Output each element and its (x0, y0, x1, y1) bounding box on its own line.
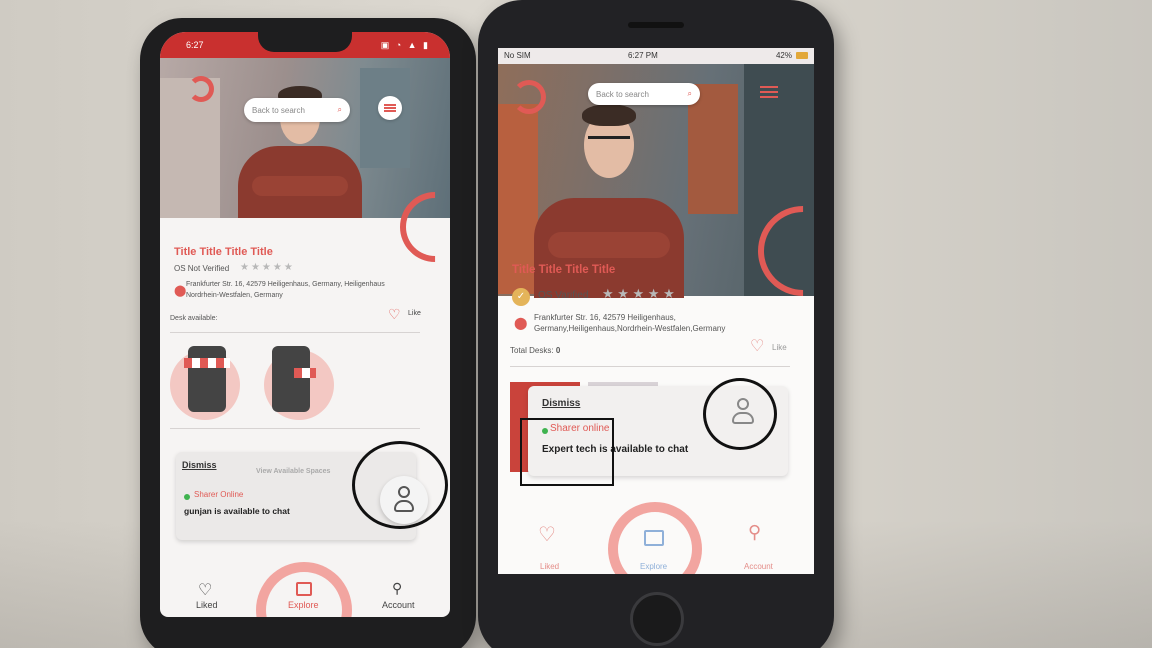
bottom-navigation: ♡ Liked Explore ⚲ Account (160, 562, 450, 617)
location-pin-icon: ⬤ (174, 285, 187, 297)
address-line-1: Frankfurter Str. 16, 42579 Heiligenhaus,… (186, 281, 385, 288)
verification-status: OS Not Verified (174, 264, 230, 273)
desk-available-label: Desk available: (170, 315, 218, 322)
online-indicator (184, 494, 190, 500)
nav-explore-label[interactable]: Explore (640, 562, 667, 571)
iphone: No SIM 6:27 PM 42% Back to search ⌕ Titl… (478, 0, 834, 648)
back-to-search-button[interactable]: Back to search ⌕ (244, 98, 350, 122)
nav-account-label[interactable]: Account (382, 600, 415, 610)
app-logo[interactable] (512, 80, 546, 114)
sharer-online-label: Sharer Online (194, 490, 244, 499)
nav-liked-label[interactable]: Liked (196, 600, 218, 610)
location-pin-icon: ⬤ (514, 316, 528, 330)
nav-liked-label[interactable]: Liked (540, 562, 559, 571)
view-spaces-banner: View Available Spaces (256, 468, 331, 475)
dismiss-link[interactable]: Dismiss (542, 398, 580, 409)
like-heart-icon[interactable]: ♡ (388, 306, 401, 323)
home-button[interactable] (630, 592, 684, 646)
battery-icon (796, 52, 808, 59)
annotation-box (520, 418, 614, 486)
total-desks-text: Total Desks: (510, 346, 554, 355)
bottom-navigation: ♡ Liked Explore ⚲ Account (498, 498, 814, 574)
like-label[interactable]: Like (408, 310, 421, 317)
map-icon[interactable] (296, 582, 312, 596)
like-label[interactable]: Like (772, 343, 787, 352)
annotation-circle (352, 441, 448, 529)
android-phone: 6:27 ▣ ◔ ▲ ▮ Back to search ⌕ Title Titl… (140, 18, 476, 648)
verified-badge-icon: ✓ (512, 288, 530, 306)
search-icon: ⌕ (337, 105, 342, 114)
menu-button[interactable] (378, 96, 402, 120)
like-heart-icon[interactable]: ♡ (750, 336, 764, 356)
status-battery: 42% (775, 51, 792, 60)
android-screen: 6:27 ▣ ◔ ▲ ▮ Back to search ⌕ Title Titl… (160, 32, 450, 617)
status-bar: No SIM 6:27 PM 42% (498, 48, 814, 64)
rating-stars[interactable]: ★★★★★ (240, 262, 295, 273)
total-desks-label: Total Desks: 0 (510, 346, 560, 355)
search-icon: ⌕ (687, 89, 692, 98)
camera-notch (258, 32, 352, 52)
app-logo[interactable] (188, 76, 214, 102)
dismiss-link[interactable]: Dismiss (182, 460, 217, 470)
nav-explore-label[interactable]: Explore (288, 600, 319, 610)
address-line-1: Frankfurter Str. 16, 42579 Heiligenhaus, (534, 313, 676, 322)
search-placeholder: Back to search (252, 105, 305, 115)
heart-icon[interactable]: ♡ (538, 522, 556, 547)
account-icon[interactable]: ⚲ (748, 522, 761, 543)
annotation-circle (703, 378, 777, 450)
status-carrier: No SIM (504, 51, 531, 60)
map-icon[interactable] (644, 530, 664, 546)
address-line-2: Germany,Heiligenhaus,Nordrhein-Westfalen… (534, 324, 726, 333)
earpiece (628, 22, 684, 28)
chat-availability-message: gunjan is available to chat (184, 506, 290, 516)
divider (170, 332, 420, 333)
verification-status: OS Varified (538, 290, 589, 301)
account-icon[interactable]: ⚲ (392, 580, 402, 597)
rating-stars[interactable]: ★ ★ ★ ★ ★ (602, 286, 675, 302)
heart-icon[interactable]: ♡ (198, 580, 212, 600)
divider (170, 428, 420, 429)
divider (510, 366, 790, 367)
iphone-screen: No SIM 6:27 PM 42% Back to search ⌕ Titl… (498, 48, 814, 574)
nav-account-label[interactable]: Account (744, 562, 773, 571)
status-time: 6:27 (186, 40, 204, 50)
address-line-2: Nordrhein-Westfalen, Germany (186, 292, 283, 299)
menu-button[interactable] (760, 84, 778, 100)
listing-title: Title Title Title Title (174, 246, 273, 258)
search-placeholder: Back to search (596, 89, 649, 99)
listing-title: Title Title Title Title (512, 264, 616, 276)
status-icons: ▣ ◔ ▲ ▮ (380, 40, 430, 50)
back-to-search-button[interactable]: Back to search ⌕ (588, 83, 700, 105)
total-desks-value: 0 (555, 346, 561, 355)
status-time: 6:27 PM (628, 51, 658, 60)
